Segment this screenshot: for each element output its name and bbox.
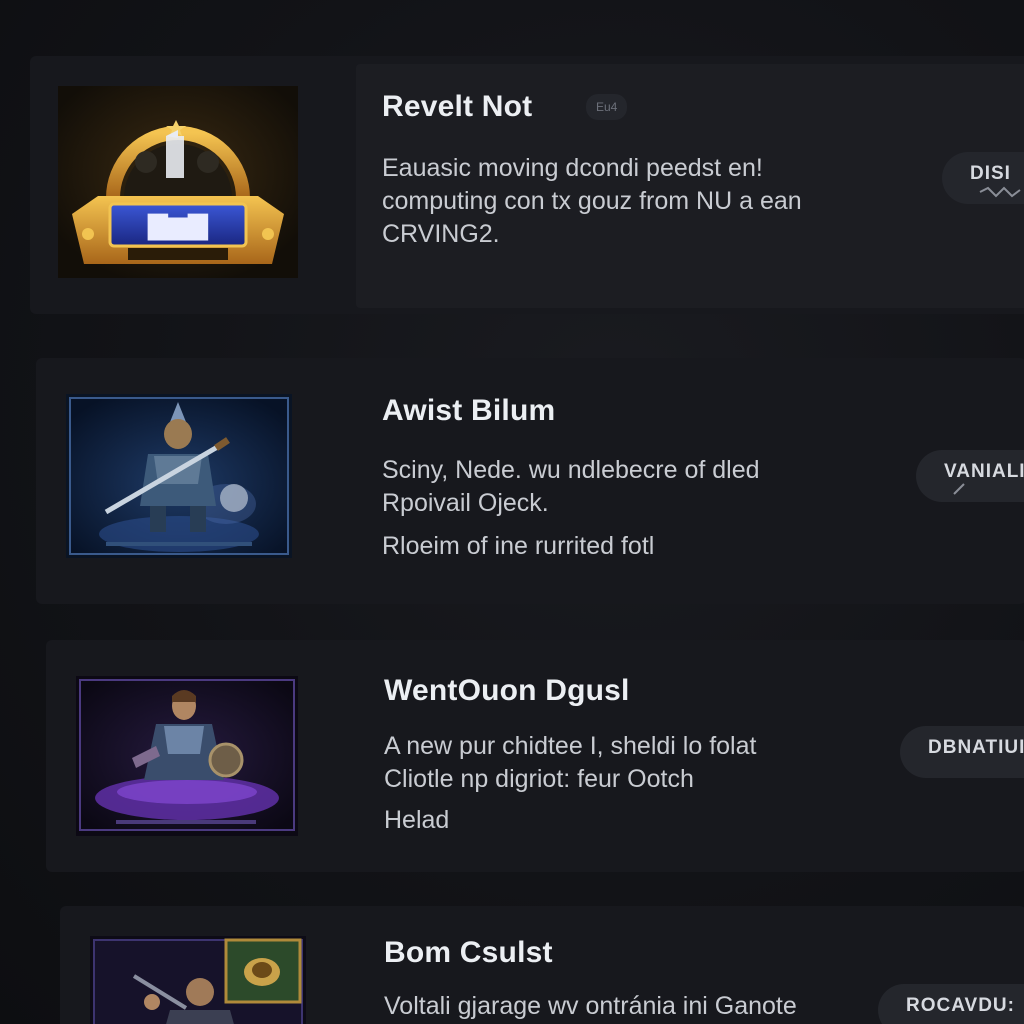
- item-action-label: VANIALI: [944, 461, 1024, 482]
- item-description: A new pur chidtee I, sheldi lo folat Cli…: [384, 730, 756, 837]
- item-thumbnail[interactable]: [90, 936, 306, 1024]
- item-description: Sciny, Nede. wu ndlebecre of dled Rpoiva…: [382, 454, 760, 563]
- emblem-icon: ▇▆▇: [58, 86, 298, 278]
- item-action-label: ROCAVDU:: [906, 995, 1015, 1016]
- squiggle-icon: [979, 186, 1021, 198]
- description-line: computing con tx gouz from NU a ean: [382, 187, 802, 215]
- item-action-label: DBNATIUI: [928, 737, 1024, 758]
- warrior-icon: [66, 394, 292, 558]
- description-line: CRVING2.: [382, 220, 500, 248]
- item-description: Eauasic moving dcondi peedst en! computi…: [382, 152, 802, 251]
- knight-icon: [76, 676, 298, 836]
- item-action-button[interactable]: ROCAVDU:: [878, 984, 1024, 1024]
- item-action-button[interactable]: DISI: [942, 152, 1024, 204]
- description-line: Rloeim of ine rurrited fotl: [382, 532, 655, 560]
- item-badge: Eu4: [586, 94, 628, 120]
- list-page: ▇▆▇ Revelt Not Eu4 Eauasic moving dcondi…: [0, 0, 1024, 1024]
- item-action-button[interactable]: DBNATIUI: [900, 726, 1024, 778]
- description-line: Sciny, Nede. wu ndlebecre of dled: [382, 456, 760, 484]
- hero-icon: [90, 936, 306, 1024]
- item-action-label: DISI: [970, 163, 1011, 184]
- description-line: Eauasic moving dcondi peedst en!: [382, 154, 763, 182]
- item-action-button[interactable]: VANIALI: [916, 450, 1024, 502]
- description-line: Helad: [384, 806, 450, 834]
- item-title[interactable]: Bom Csulst: [384, 936, 553, 970]
- list-item[interactable]: Bom Csulst Voltali gjarage wv ontránia i…: [60, 906, 1024, 1024]
- item-title[interactable]: Revelt Not: [382, 90, 532, 124]
- list-item[interactable]: ▇▆▇ Revelt Not Eu4 Eauasic moving dcondi…: [30, 56, 1024, 314]
- description-line: Rpoivail Ojeck.: [382, 489, 549, 517]
- description-line: Voltali gjarage wv ontránia ini Ganote: [384, 992, 797, 1020]
- item-title[interactable]: Awist Bilum: [382, 394, 555, 428]
- item-thumbnail[interactable]: [66, 394, 292, 558]
- item-thumbnail[interactable]: [76, 676, 298, 836]
- description-line: A new pur chidtee I, sheldi lo folat: [384, 732, 757, 760]
- item-title[interactable]: WentOuon Dgusl: [384, 674, 630, 708]
- list-item[interactable]: WentOuon Dgusl A new pur chidtee I, shel…: [46, 640, 1024, 872]
- squiggle-icon: [953, 483, 965, 495]
- description-line: Cliotle np digriot: feur Ootch: [384, 765, 694, 793]
- list-item[interactable]: Awist Bilum Sciny, Nede. wu ndlebecre of…: [36, 358, 1024, 604]
- item-thumbnail[interactable]: ▇▆▇: [58, 86, 298, 278]
- svg-text:▇▆▇: ▇▆▇: [147, 211, 209, 241]
- item-description: Voltali gjarage wv ontránia ini Ganote: [384, 990, 797, 1023]
